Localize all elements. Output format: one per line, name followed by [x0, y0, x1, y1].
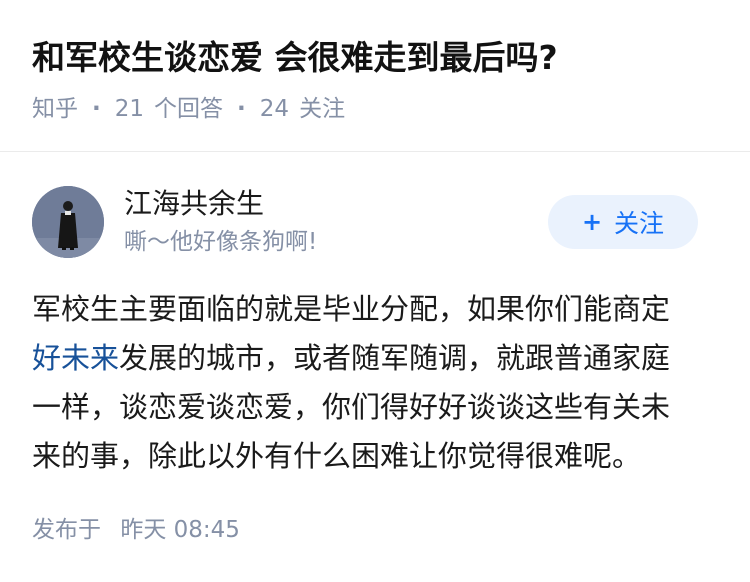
- answer-count-label: 个回答: [154, 96, 224, 122]
- person-silhouette-icon: [32, 186, 104, 258]
- answer-line: 军校生主要面临的就是毕业分配，如果你们能商定: [32, 292, 671, 326]
- separator-dot: ·: [237, 96, 246, 122]
- keyword-link[interactable]: 好未来: [32, 341, 119, 375]
- published-day: 昨天: [120, 517, 167, 543]
- plus-icon: +: [581, 208, 603, 236]
- answer-line: 一样，谈恋爱谈恋爱，你们得好好谈谈这些有关未: [32, 390, 671, 424]
- follower-count: 24: [259, 96, 290, 122]
- answer-line: 来的事，除此以外有什么困难让你觉得很难呢。: [32, 439, 642, 473]
- follow-button-label: 关注: [614, 209, 665, 238]
- source-label[interactable]: 知乎: [32, 94, 78, 124]
- answer-content: 军校生主要面临的就是毕业分配，如果你们能商定 好未来发展的城市，或者随军随调，就…: [32, 285, 722, 481]
- author-bio: 嘶～他好像条狗啊!: [124, 229, 318, 255]
- published-label: 发布于: [32, 517, 101, 543]
- question-meta: 知乎 · 21 个回答 · 24 关注: [32, 94, 345, 124]
- header-divider: [0, 151, 750, 152]
- answer-count: 21: [114, 96, 145, 122]
- answer-text-fragment: 发展的城市，或者随军随调，就跟普通家庭: [119, 341, 671, 375]
- follow-button[interactable]: + 关注: [548, 195, 698, 249]
- question-title[interactable]: 和军校生谈恋爱 会很难走到最后吗?: [32, 36, 558, 80]
- answer-line: 好未来发展的城市，或者随军随调，就跟普通家庭: [32, 334, 722, 383]
- published-time: 08:45: [173, 517, 240, 543]
- author-name[interactable]: 江海共余生: [124, 186, 264, 222]
- author-avatar[interactable]: [32, 186, 104, 258]
- follower-count-label: 关注: [299, 96, 346, 122]
- publish-time: 发布于 昨天 08:45: [32, 514, 240, 546]
- separator-dot: ·: [92, 96, 101, 122]
